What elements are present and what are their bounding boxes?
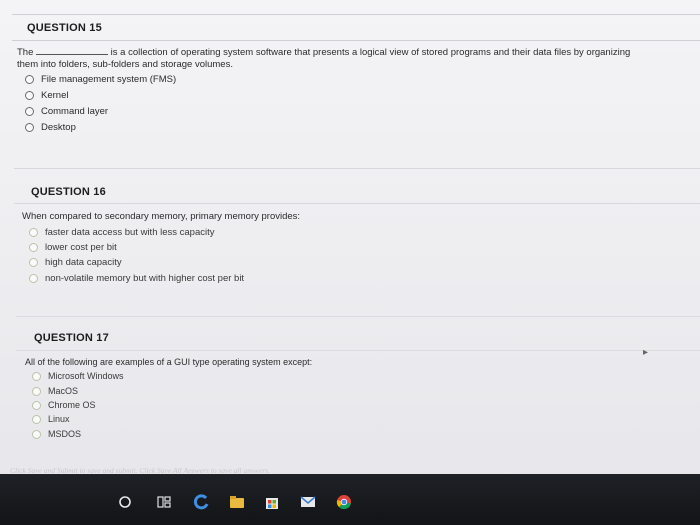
question-15-stem: The is a collection of operating system … bbox=[17, 46, 687, 71]
q17-option-4[interactable]: Linux bbox=[32, 414, 70, 424]
radio-button[interactable] bbox=[29, 258, 38, 267]
radio-button[interactable] bbox=[29, 274, 38, 283]
chrome-icon[interactable] bbox=[335, 493, 353, 511]
radio-button[interactable] bbox=[29, 243, 38, 252]
search-circle-icon[interactable] bbox=[116, 493, 134, 511]
q16-option-2[interactable]: lower cost per bit bbox=[29, 242, 117, 253]
option-label: Chrome OS bbox=[48, 400, 96, 410]
q16-option-1[interactable]: faster data access but with less capacit… bbox=[29, 227, 215, 238]
question-17-title: QUESTION 17 bbox=[34, 332, 109, 344]
question-17-top-border bbox=[16, 316, 700, 317]
q15-option-4[interactable]: Desktop bbox=[25, 122, 76, 133]
question-16-divider bbox=[14, 203, 700, 204]
option-label: File management system (FMS) bbox=[41, 74, 177, 85]
option-label: MSDOS bbox=[48, 429, 82, 439]
radio-button[interactable] bbox=[25, 91, 34, 100]
q17-option-1[interactable]: Microsoft Windows bbox=[32, 371, 124, 381]
mouse-cursor-icon: ▸ bbox=[643, 347, 649, 358]
option-label: faster data access but with less capacit… bbox=[45, 227, 215, 238]
option-label: lower cost per bit bbox=[45, 242, 117, 253]
radio-button[interactable] bbox=[32, 371, 41, 381]
radio-button[interactable] bbox=[25, 123, 34, 132]
question-17-divider bbox=[16, 350, 700, 351]
q15-option-3[interactable]: Command layer bbox=[25, 106, 108, 117]
radio-button[interactable] bbox=[25, 75, 34, 84]
file-explorer-icon[interactable] bbox=[228, 493, 246, 511]
radio-button[interactable] bbox=[32, 429, 41, 439]
taskbar bbox=[0, 474, 700, 525]
question-16-top-border bbox=[14, 168, 700, 169]
radio-button[interactable] bbox=[25, 107, 34, 116]
radio-button[interactable] bbox=[32, 400, 41, 410]
q15-option-2[interactable]: Kernel bbox=[25, 90, 68, 101]
radio-button[interactable] bbox=[32, 386, 41, 396]
stem-prefix: The bbox=[17, 47, 34, 58]
option-label: high data capacity bbox=[45, 257, 122, 268]
option-label: Command layer bbox=[41, 106, 109, 117]
stem-line-1: is a collection of operating system soft… bbox=[110, 47, 631, 58]
radio-button[interactable] bbox=[29, 228, 38, 237]
option-label: Linux bbox=[48, 414, 70, 424]
q17-option-5[interactable]: MSDOS bbox=[32, 429, 81, 439]
q16-option-3[interactable]: high data capacity bbox=[29, 257, 122, 268]
q17-option-3[interactable]: Chrome OS bbox=[32, 400, 96, 410]
option-label: Kernel bbox=[41, 90, 69, 101]
question-17-stem: All of the following are examples of a G… bbox=[25, 357, 313, 367]
quiz-page: QUESTION 15 The is a collection of opera… bbox=[0, 0, 700, 470]
task-view-icon[interactable] bbox=[155, 493, 173, 511]
answer-blank bbox=[36, 46, 109, 55]
q16-option-4[interactable]: non-volatile memory but with higher cost… bbox=[29, 273, 244, 284]
store-icon[interactable] bbox=[263, 493, 281, 511]
option-label: Desktop bbox=[41, 122, 76, 133]
edge-icon[interactable] bbox=[192, 493, 210, 511]
option-label: Microsoft Windows bbox=[48, 371, 124, 381]
mail-icon[interactable] bbox=[299, 493, 317, 511]
stem-line-2: them into folders, sub-folders and stora… bbox=[17, 59, 233, 70]
question-16-stem: When compared to secondary memory, prima… bbox=[22, 211, 301, 222]
q15-option-1[interactable]: File management system (FMS) bbox=[25, 74, 176, 85]
radio-button[interactable] bbox=[32, 414, 41, 424]
question-15-top-border bbox=[12, 14, 700, 15]
q17-option-2[interactable]: MacOS bbox=[32, 386, 78, 396]
question-15-title: QUESTION 15 bbox=[27, 22, 102, 34]
question-16-title: QUESTION 16 bbox=[31, 186, 106, 198]
question-15-divider bbox=[12, 40, 700, 41]
option-label: non-volatile memory but with higher cost… bbox=[45, 273, 245, 284]
option-label: MacOS bbox=[48, 386, 79, 396]
